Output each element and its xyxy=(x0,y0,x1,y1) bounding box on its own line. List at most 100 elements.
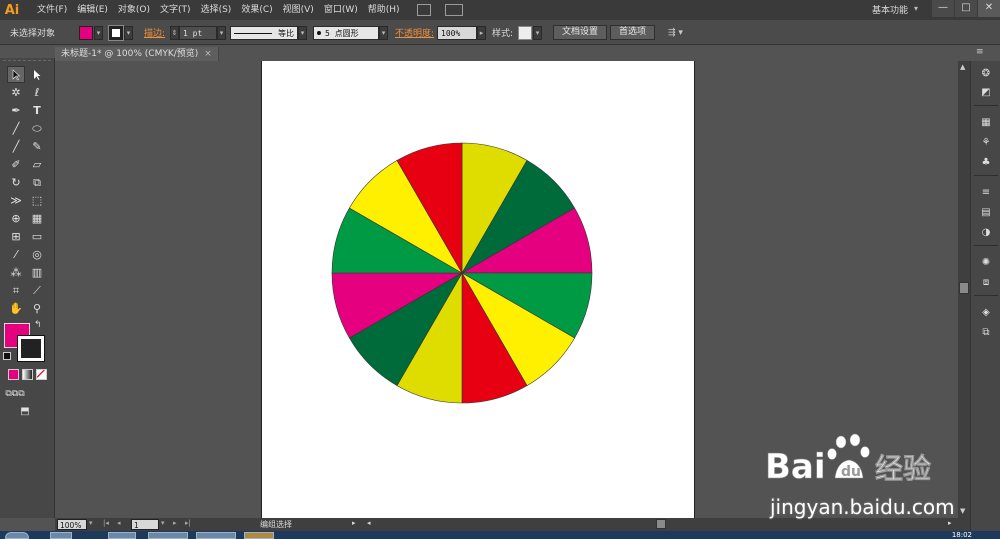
pen-tool-icon[interactable]: ✒ xyxy=(7,102,25,119)
scroll-up-icon[interactable]: ▲ xyxy=(960,63,965,71)
swap-colors-icon[interactable]: ↰ xyxy=(34,320,42,330)
next-artboard-icon[interactable]: ▸ xyxy=(173,519,177,527)
scroll-down-icon[interactable]: ▼ xyxy=(960,507,965,515)
none-mode-icon[interactable] xyxy=(36,369,47,380)
panel-menu-icon[interactable]: ≡ xyxy=(976,47,984,57)
zoom-tool-icon[interactable]: ⚲ xyxy=(28,300,46,317)
artboard-number-field[interactable]: 1 xyxy=(131,519,159,530)
menu-window[interactable]: 窗口(W) xyxy=(319,0,363,20)
graphic-style-swatch[interactable] xyxy=(518,25,532,40)
menu-file[interactable]: 文件(F) xyxy=(32,0,72,20)
paintbrush-icon[interactable]: ╱ xyxy=(7,138,25,155)
symbol-sprayer-icon[interactable]: ⁂ xyxy=(7,264,25,281)
color-panel-icon[interactable]: ❂ xyxy=(979,66,993,80)
draw-mode-icon[interactable]: ⧉⧉⧉ xyxy=(5,385,24,402)
stroke-profile-field[interactable]: 等比 xyxy=(230,25,298,40)
direct-selection-tool-icon[interactable] xyxy=(28,66,46,83)
menu-help[interactable]: 帮助(H) xyxy=(363,0,405,20)
fill-control[interactable]: ▾ xyxy=(79,25,103,40)
close-window-button[interactable]: ✕ xyxy=(978,0,1000,17)
transparency-panel-icon[interactable]: ◑ xyxy=(979,225,993,239)
taskbar-app-button[interactable] xyxy=(148,532,188,539)
pie-wheel[interactable] xyxy=(330,141,594,405)
taskbar-app-button[interactable] xyxy=(196,532,236,539)
column-graph-icon[interactable]: ▥ xyxy=(28,264,46,281)
selection-tool-icon[interactable] xyxy=(7,66,25,83)
arrange-icon[interactable]: ⇶ ▾ xyxy=(668,25,683,40)
scroll-left-icon[interactable]: ◂ xyxy=(367,519,371,527)
maximize-button[interactable]: □ xyxy=(955,0,977,17)
vertical-scrollbar[interactable]: ▲ ▼ xyxy=(958,61,970,518)
color-mode-icon[interactable] xyxy=(8,369,19,380)
eraser-icon[interactable]: ▱ xyxy=(28,156,46,173)
menu-view[interactable]: 视图(V) xyxy=(278,0,319,20)
stroke-profile-dropdown[interactable]: ▾ xyxy=(298,25,307,40)
bridge-icon[interactable] xyxy=(416,4,431,16)
minimize-button[interactable]: — xyxy=(932,0,954,17)
gradient-panel-icon[interactable]: ▤ xyxy=(979,205,993,219)
brush-dropdown[interactable]: ▾ xyxy=(379,25,388,40)
symbols-panel-icon[interactable]: ♣ xyxy=(979,155,993,169)
free-transform-icon[interactable]: ⬚ xyxy=(28,192,46,209)
opacity-dropdown[interactable]: ▸ xyxy=(477,25,486,40)
stroke-weight-field[interactable]: 1 pt xyxy=(179,25,217,40)
previous-artboard-icon[interactable]: ◂ xyxy=(117,519,121,527)
stroke-weight-stepper[interactable]: ⇕ xyxy=(170,25,179,40)
stroke-label[interactable]: 描边: xyxy=(144,25,165,40)
artboard-tool-icon[interactable]: ⌗ xyxy=(7,282,25,299)
menu-effect[interactable]: 效果(C) xyxy=(236,0,277,20)
magic-wand-icon[interactable]: ✲ xyxy=(7,84,25,101)
artboard[interactable] xyxy=(261,61,695,518)
last-artboard-icon[interactable]: ▸| xyxy=(185,519,191,527)
perspective-grid-icon[interactable]: ▦ xyxy=(28,210,46,227)
stroke-control[interactable]: ▾ xyxy=(108,24,133,41)
slice-tool-icon[interactable]: ⟋ xyxy=(28,282,46,299)
vertical-scroll-thumb[interactable] xyxy=(959,282,969,294)
preferences-button[interactable]: 首选项 xyxy=(610,25,656,40)
width-tool-icon[interactable]: ≫ xyxy=(7,192,25,209)
brushes-panel-icon[interactable]: ⚘ xyxy=(979,135,993,149)
document-setup-button[interactable]: 文档设置 xyxy=(553,25,608,40)
menu-edit[interactable]: 编辑(E) xyxy=(72,0,113,20)
gradient-mode-icon[interactable] xyxy=(22,369,33,380)
document-tab[interactable]: 未标题-1* @ 100% (CMYK/预览) × xyxy=(55,47,219,61)
default-colors-icon[interactable] xyxy=(3,352,11,360)
zoom-dropdown-icon[interactable]: ▾ xyxy=(89,519,93,527)
appearance-panel-icon[interactable]: ✺ xyxy=(979,255,993,269)
toolbar-grip[interactable] xyxy=(3,60,51,64)
fill-swatch[interactable] xyxy=(79,25,93,40)
stroke-weight-dropdown[interactable]: ▾ xyxy=(217,25,226,40)
status-menu-icon[interactable]: ▸ xyxy=(352,519,356,527)
artboards-panel-icon[interactable]: ⧉ xyxy=(979,325,993,339)
blend-tool-icon[interactable]: ◎ xyxy=(28,246,46,263)
opacity-field[interactable]: 100% xyxy=(437,25,477,40)
type-tool-icon[interactable]: T xyxy=(28,102,46,119)
graphic-styles-panel-icon[interactable]: ⧈ xyxy=(979,275,993,289)
swatches-panel-icon[interactable]: ▦ xyxy=(979,115,993,129)
mesh-tool-icon[interactable]: ⊞ xyxy=(7,228,25,245)
stroke-dropdown[interactable]: ▾ xyxy=(124,25,133,40)
chevron-down-icon[interactable]: ▾ xyxy=(914,4,918,13)
lasso-icon[interactable]: ℓ xyxy=(28,84,46,101)
stroke-color-swatch[interactable] xyxy=(17,335,45,362)
taskbar-app-button[interactable] xyxy=(108,532,136,539)
shape-builder-icon[interactable]: ⊕ xyxy=(7,210,25,227)
menu-select[interactable]: 选择(S) xyxy=(196,0,237,20)
eyedropper-icon[interactable]: ⁄ xyxy=(7,246,25,263)
close-tab-icon[interactable]: × xyxy=(204,49,212,59)
taskbar-app-button[interactable] xyxy=(244,532,274,539)
menu-type[interactable]: 文字(T) xyxy=(155,0,196,20)
blob-brush-icon[interactable]: ✐ xyxy=(7,156,25,173)
color-guide-icon[interactable]: ◩ xyxy=(979,85,993,99)
hand-tool-icon[interactable]: ✋ xyxy=(7,300,25,317)
zoom-field[interactable]: 100% xyxy=(57,519,87,530)
graphic-style-dropdown[interactable]: ▾ xyxy=(533,25,542,40)
brush-field[interactable]: 5 点圆形 xyxy=(313,25,379,40)
rotate-tool-icon[interactable]: ↻ xyxy=(7,174,25,191)
stroke-panel-icon[interactable]: ≡ xyxy=(979,185,993,199)
scale-tool-icon[interactable]: ⧉ xyxy=(28,174,46,191)
workspace-switcher[interactable]: 基本功能 xyxy=(872,3,908,16)
layers-panel-icon[interactable]: ◈ xyxy=(979,305,993,319)
fill-dropdown[interactable]: ▾ xyxy=(94,25,103,40)
stroke-swatch-small[interactable] xyxy=(108,24,124,41)
